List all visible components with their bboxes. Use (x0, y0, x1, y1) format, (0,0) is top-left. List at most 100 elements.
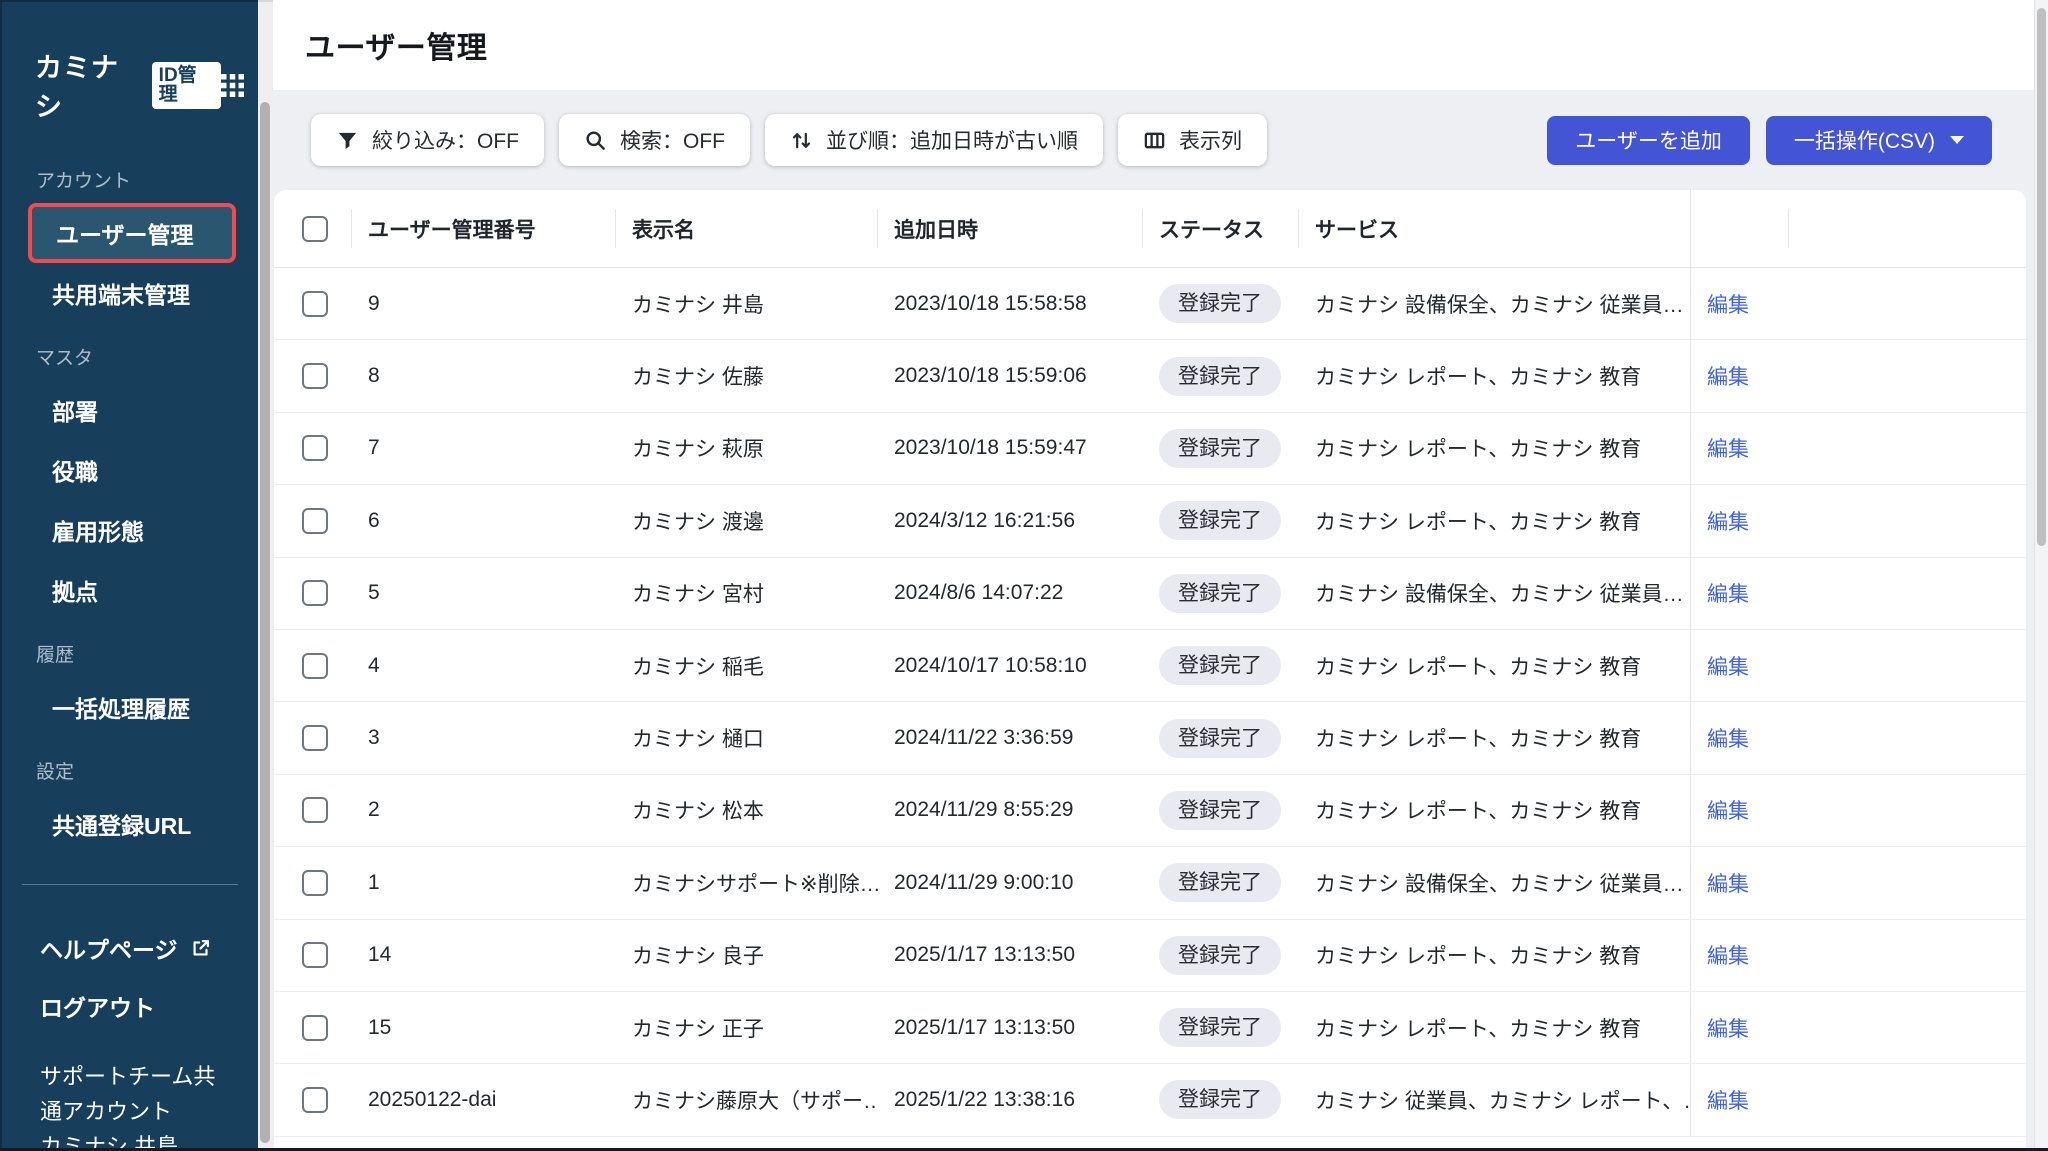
columns-button-label: 表示列 (1179, 130, 1242, 153)
sidebar-item-batch-history[interactable]: 一括処理履歴 (2, 677, 258, 737)
column-header-status[interactable]: ステータス (1143, 190, 1299, 267)
status-badge: 登録完了 (1159, 284, 1281, 324)
search-button[interactable]: 検索：OFF (559, 114, 750, 166)
section-label-settings: 設定 (36, 762, 75, 783)
edit-link[interactable]: 編集 (1707, 795, 1749, 825)
cell-user-id: 1 (368, 870, 380, 894)
columns-button[interactable]: 表示列 (1118, 114, 1267, 166)
row-checkbox-cell (274, 920, 352, 991)
cell-display-name: カミナシサポート※削除… (632, 872, 878, 896)
cell-services: カミナシ レポート、カミナシ 教育 (1315, 366, 1642, 390)
select-all-checkbox[interactable] (302, 215, 328, 242)
table-header-row: ユーザー管理番号 表示名 追加日時 ステータス サービス (274, 190, 2026, 268)
app-grid-icon[interactable] (221, 73, 244, 97)
cell-user-id: 3 (368, 726, 380, 750)
row-checkbox[interactable] (302, 580, 328, 607)
row-checkbox[interactable] (302, 652, 328, 679)
edit-link[interactable]: 編集 (1707, 361, 1749, 391)
cell-added-at: 2024/11/29 9:00:10 (894, 870, 1074, 894)
cell-status: 登録完了 (1143, 485, 1299, 556)
edit-link[interactable]: 編集 (1707, 1013, 1749, 1043)
sidebar-scrollbar-thumb[interactable] (260, 102, 270, 1143)
cell-actions: 編集 (1690, 1064, 1789, 1136)
logout-label: ログアウト (40, 995, 155, 1021)
edit-link[interactable]: 編集 (1707, 723, 1749, 753)
filter-button[interactable]: 絞り込み：OFF (311, 114, 544, 166)
cell-display-name: カミナシ 良子 (632, 945, 764, 969)
table-row: 8 カミナシ 佐藤 2023/10/18 15:59:06 登録完了 カミナシ … (274, 340, 2026, 413)
status-badge: 登録完了 (1159, 863, 1281, 903)
cell-services: カミナシ レポート、カミナシ 教育 (1315, 1017, 1642, 1041)
edit-link[interactable]: 編集 (1707, 1085, 1749, 1115)
sidebar-scrollbar[interactable] (258, 0, 273, 1151)
row-checkbox-cell (274, 340, 352, 411)
cell-blank (1789, 847, 2026, 918)
add-user-button[interactable]: ユーザーを追加 (1547, 115, 1750, 165)
column-header-blank (1789, 190, 2026, 267)
sidebar-item-label: 役職 (52, 459, 98, 485)
status-badge: 登録完了 (1159, 790, 1281, 830)
row-checkbox-cell (274, 992, 352, 1063)
status-badge: 登録完了 (1159, 646, 1281, 686)
cell-added-at: 2025/1/22 13:38:16 (894, 1087, 1076, 1111)
column-header-added-at[interactable]: 追加日時 (878, 190, 1143, 267)
column-header-user-id[interactable]: ユーザー管理番号 (352, 190, 616, 267)
page-scrollbar[interactable] (2034, 0, 2048, 1151)
cell-status: 登録完了 (1143, 775, 1299, 846)
logout-button[interactable]: ログアウト (2, 977, 258, 1035)
page-scrollbar-thumb[interactable] (2037, 8, 2046, 546)
cell-user-id: 4 (368, 653, 380, 677)
sidebar-item-department[interactable]: 部署 (2, 380, 258, 440)
row-checkbox[interactable] (302, 290, 328, 317)
row-checkbox[interactable] (302, 797, 328, 824)
cell-status: 登録完了 (1143, 702, 1299, 773)
cell-user-id: 9 (368, 291, 380, 315)
sidebar-item-position[interactable]: 役職 (2, 440, 258, 500)
edit-link[interactable]: 編集 (1707, 433, 1749, 463)
row-checkbox-cell (274, 775, 352, 846)
bulk-operation-button[interactable]: 一括操作(CSV) (1765, 115, 1992, 165)
status-badge: 登録完了 (1159, 935, 1281, 975)
sidebar-item-site[interactable]: 拠点 (2, 560, 258, 620)
row-checkbox[interactable] (302, 435, 328, 462)
column-header-services[interactable]: サービス (1299, 190, 1690, 267)
edit-link[interactable]: 編集 (1707, 940, 1749, 970)
edit-link[interactable]: 編集 (1707, 289, 1749, 319)
edit-link[interactable]: 編集 (1707, 651, 1749, 681)
row-checkbox-cell (274, 268, 352, 339)
help-page-link[interactable]: ヘルプページ (2, 919, 258, 977)
row-checkbox[interactable] (302, 725, 328, 752)
account-user-name: カミナシ 井島 (40, 1134, 179, 1151)
cell-actions: 編集 (1690, 702, 1789, 774)
edit-link[interactable]: 編集 (1707, 578, 1749, 608)
row-checkbox[interactable] (302, 1086, 328, 1113)
column-header-display-name[interactable]: 表示名 (616, 190, 878, 267)
table-row: 15 カミナシ 正子 2025/1/17 13:13:50 登録完了 カミナシ … (274, 991, 2026, 1065)
cell-added-at: 2023/10/18 15:58:58 (894, 291, 1087, 315)
edit-link[interactable]: 編集 (1707, 506, 1749, 536)
row-checkbox[interactable] (302, 1014, 328, 1041)
status-badge: 登録完了 (1159, 501, 1281, 541)
sort-button[interactable]: 並び順：追加日時が古い順 (765, 114, 1103, 166)
row-checkbox[interactable] (302, 869, 328, 896)
sort-arrows-icon (790, 129, 813, 152)
cell-blank (1789, 413, 2026, 484)
cell-status: 登録完了 (1143, 340, 1299, 411)
id-management-app: カミナシ ID管理 アカウント ユーザー管理 共用端末管理 マスタ 部署 役職 … (0, 0, 2048, 1151)
title-band: ユーザー管理 (273, 0, 2048, 90)
row-checkbox[interactable] (302, 507, 328, 534)
cell-user-id: 2 (368, 798, 380, 822)
status-badge: 登録完了 (1159, 718, 1281, 758)
status-badge: 登録完了 (1159, 428, 1281, 468)
sidebar-item-user-management[interactable]: ユーザー管理 (28, 203, 236, 263)
sidebar-item-employment-type[interactable]: 雇用形態 (2, 500, 258, 560)
row-checkbox[interactable] (302, 363, 328, 390)
cell-status: 登録完了 (1143, 1064, 1299, 1135)
sidebar-item-shared-device-management[interactable]: 共用端末管理 (2, 263, 258, 323)
sidebar-item-common-registration-url[interactable]: 共通登録URL (2, 794, 258, 854)
edit-link[interactable]: 編集 (1707, 868, 1749, 898)
table-row: 20250122-dai カミナシ藤原大（サポー… 2025/1/22 13:3… (274, 1064, 2026, 1137)
id-management-badge: ID管理 (151, 61, 221, 109)
row-checkbox[interactable] (302, 942, 328, 969)
cell-services: カミナシ 設備保全、カミナシ 従業員… (1315, 583, 1684, 607)
